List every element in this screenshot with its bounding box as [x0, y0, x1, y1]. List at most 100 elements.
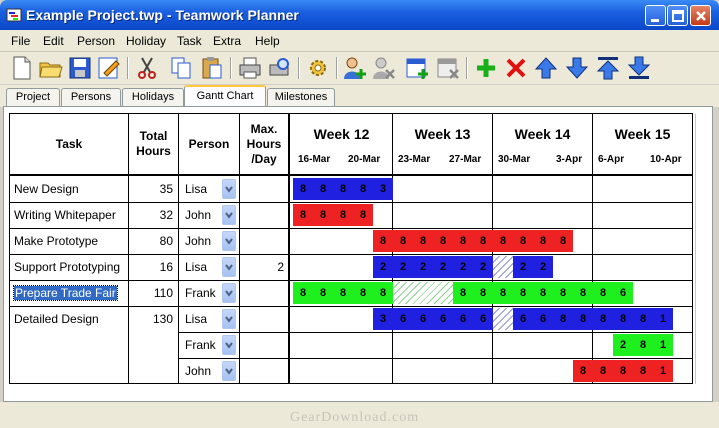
paste-icon[interactable] — [199, 55, 225, 81]
total-hours-cell[interactable]: 32 — [133, 208, 173, 222]
gantt-bar[interactable]: 88883 — [293, 178, 393, 200]
task-name-cell[interactable]: New Design — [14, 182, 79, 196]
menu-task[interactable]: Task — [177, 34, 202, 48]
gantt-hours-cell: 8 — [439, 235, 447, 247]
header-max-hours-day: Max. Hours /Day — [240, 114, 288, 174]
chevron-down-icon — [225, 264, 233, 271]
gantt-bar[interactable]: 88881 — [573, 360, 673, 382]
menu-help[interactable]: Help — [255, 34, 280, 48]
table-border-bottom — [9, 383, 692, 384]
gantt-hours-cell: 2 — [539, 261, 547, 273]
menu-edit[interactable]: Edit — [43, 34, 64, 48]
tab-persons[interactable]: Persons — [61, 88, 121, 106]
tab-holidays[interactable]: Holidays — [122, 88, 184, 106]
gantt-hours-cell: 8 — [419, 235, 427, 247]
person-dropdown-button[interactable] — [222, 205, 236, 225]
print-icon[interactable] — [237, 55, 263, 81]
save-icon[interactable] — [67, 55, 93, 81]
person-dropdown-button[interactable] — [222, 179, 236, 199]
menu-holiday[interactable]: Holiday — [126, 34, 166, 48]
copy-icon[interactable] — [168, 55, 194, 81]
total-hours-cell[interactable]: 80 — [133, 234, 173, 248]
cut-icon[interactable] — [134, 55, 160, 81]
move-down-icon[interactable] — [564, 55, 590, 81]
task-name-cell[interactable]: Make Prototype — [14, 234, 98, 248]
gantt-bar[interactable] — [493, 256, 513, 278]
edit-icon[interactable] — [96, 55, 122, 81]
task-name-cell[interactable]: Writing Whitepaper — [14, 208, 116, 222]
total-hours-cell[interactable]: 16 — [133, 260, 173, 274]
max-hours-day-cell[interactable]: 2 — [244, 260, 284, 274]
menu-person[interactable]: Person — [77, 34, 115, 48]
table-border-right — [692, 113, 693, 384]
move-top-icon[interactable] — [595, 55, 621, 81]
task-name-cell[interactable]: Prepare Trade Fair — [13, 285, 118, 301]
gantt-hours-cell: 2 — [439, 261, 447, 273]
gantt-bar[interactable]: 66888881 — [513, 308, 673, 330]
row-divider — [10, 228, 692, 229]
total-hours-cell[interactable]: 35 — [133, 182, 173, 196]
person-dropdown-button[interactable] — [222, 231, 236, 251]
add-week-icon[interactable] — [404, 55, 430, 81]
total-hours-cell[interactable]: 130 — [133, 312, 173, 326]
minimize-button[interactable] — [645, 5, 666, 26]
task-name-cell[interactable]: Detailed Design — [14, 312, 99, 326]
person-value: Frank — [185, 286, 216, 300]
person-dropdown-button[interactable] — [222, 257, 236, 277]
week-12-start: 16-Mar — [298, 154, 331, 165]
gantt-hours-cell: 8 — [299, 287, 307, 299]
gantt-bar[interactable]: 222222 — [373, 256, 493, 278]
print-preview-icon[interactable] — [267, 55, 293, 81]
task-name-cell[interactable]: Support Prototyping — [14, 260, 120, 274]
gantt-hours-cell: 8 — [639, 313, 647, 325]
maximize-icon — [672, 10, 684, 22]
week-15-title: Week 15 — [614, 126, 671, 142]
toolbar-separator — [127, 57, 129, 79]
move-up-icon[interactable] — [533, 55, 559, 81]
remove-week-icon[interactable] — [435, 55, 461, 81]
gantt-hours-cell: 8 — [319, 287, 327, 299]
toolbar-separator — [230, 57, 232, 79]
gantt-hours-cell: 8 — [399, 235, 407, 247]
person-dropdown-button[interactable] — [222, 335, 236, 355]
close-button[interactable] — [690, 5, 711, 26]
gantt-hours-cell: 8 — [359, 209, 367, 221]
gantt-hours-cell: 8 — [579, 313, 587, 325]
menu-file[interactable]: File — [11, 34, 30, 48]
gantt-bar[interactable] — [493, 308, 513, 330]
gantt-bar[interactable]: 8888888888 — [373, 230, 573, 252]
add-icon[interactable] — [473, 55, 499, 81]
gantt-hours-cell: 8 — [299, 183, 307, 195]
gantt-hours-cell: 8 — [359, 183, 367, 195]
gantt-bar[interactable]: 366666 — [373, 308, 493, 330]
gantt-bar[interactable]: 88888 — [293, 282, 393, 304]
person-dropdown-button[interactable] — [222, 283, 236, 303]
gantt-bar[interactable]: 281 — [613, 334, 673, 356]
gantt-bar[interactable]: 22 — [513, 256, 553, 278]
week-13-title: Week 13 — [414, 126, 471, 142]
gantt-bar[interactable]: 888888886 — [453, 282, 633, 304]
add-person-icon[interactable] — [342, 55, 368, 81]
total-hours-cell[interactable]: 110 — [133, 286, 173, 300]
remove-person-icon[interactable] — [371, 55, 397, 81]
maximize-button[interactable] — [667, 5, 688, 26]
settings-icon[interactable] — [305, 55, 331, 81]
person-value: John — [185, 234, 212, 248]
chevron-down-icon — [225, 238, 233, 245]
gantt-bar[interactable]: 8888 — [293, 204, 373, 226]
delete-icon[interactable] — [503, 55, 529, 81]
person-dropdown-button[interactable] — [222, 361, 236, 381]
tab-project[interactable]: Project — [6, 88, 60, 106]
gantt-hours-cell: 8 — [339, 287, 347, 299]
header-divider — [9, 174, 692, 176]
person-value: Lisa — [185, 182, 208, 196]
person-dropdown-button[interactable] — [222, 309, 236, 329]
menu-extra[interactable]: Extra — [213, 34, 241, 48]
tab-milestones[interactable]: Milestones — [267, 88, 335, 106]
new-document-icon[interactable] — [9, 55, 35, 81]
gantt-hours-cell: 2 — [619, 339, 627, 351]
gantt-hours-cell: 8 — [559, 313, 567, 325]
tab-gantt-chart[interactable]: Gantt Chart — [184, 85, 266, 107]
open-folder-icon[interactable] — [38, 55, 64, 81]
move-bottom-icon[interactable] — [626, 55, 652, 81]
